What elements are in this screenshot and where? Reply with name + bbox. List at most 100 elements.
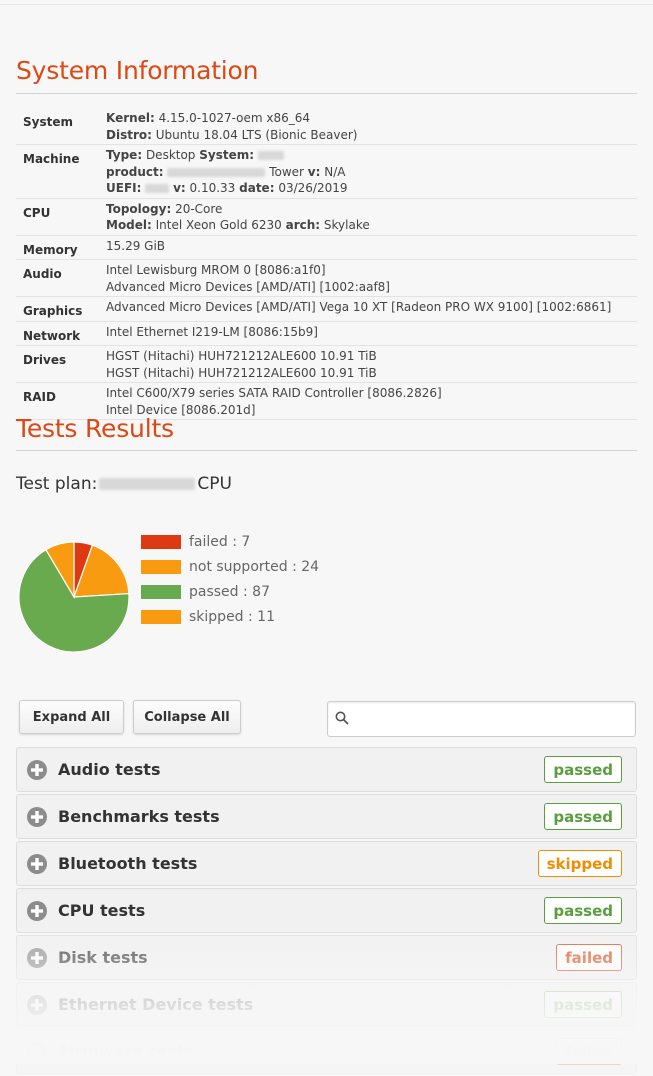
value-label: Type: <box>106 148 143 162</box>
system-row-cpu: CPU Topology: 20-Core Model: Intel Xeon Go… <box>16 198 637 236</box>
system-value-line: UEFI: v: 0.10.33 date: 03/26/2019 <box>106 180 637 197</box>
value-label: Kernel: <box>106 111 155 125</box>
redacted-value <box>257 151 284 160</box>
redacted-value <box>167 167 266 177</box>
status-badge: passed <box>544 756 622 783</box>
collapse-all-button[interactable]: Collapse All <box>133 700 241 734</box>
value-label: Model: <box>106 218 152 232</box>
expand-plus-icon[interactable] <box>26 1041 48 1063</box>
value-text: 0.10.33 <box>185 181 240 195</box>
value-text: 03/26/2019 <box>274 181 348 195</box>
value-label: System: <box>199 148 255 162</box>
test-category-name: Disk tests <box>58 948 148 967</box>
value-label: date: <box>239 181 275 195</box>
value-label: Distro: <box>106 127 152 142</box>
system-value-line: Intel Ethernet I219-LM [8086:15b9] <box>106 324 637 341</box>
expand-plus-icon[interactable] <box>26 759 48 781</box>
system-row-key: Network <box>16 321 106 346</box>
system-row-system: System Kernel: 4.15.0-1027-oem x86_64 Dist… <box>16 108 637 145</box>
test-category-name: Audio tests <box>58 760 161 779</box>
status-badge: failed <box>556 1038 622 1065</box>
value-text: Intel Xeon Gold 6230 <box>151 218 286 232</box>
test-plan-label: Test plan: <box>16 474 98 494</box>
expand-plus-icon[interactable] <box>26 947 48 969</box>
tests-results-heading: Tests Results <box>16 414 174 443</box>
value-text: HGST (Hitachi) HUH721212ALE600 10.91 TiB <box>106 349 377 363</box>
test-category-name: CPU tests <box>58 901 146 920</box>
expand-plus-icon[interactable] <box>26 900 48 922</box>
value-text: 4.15.0-1027-oem x86_64 <box>154 111 311 125</box>
value-text: Advanced Micro Devices [AMD/ATI] [1002:a… <box>106 279 390 294</box>
test-category-row[interactable]: Bluetooth tests skipped <box>16 841 637 886</box>
system-row-value: Kernel: 4.15.0-1027-oem x86_64 Distro: Ub… <box>106 108 637 145</box>
test-category-row[interactable]: Benchmarks tests passed <box>16 794 637 839</box>
legend-swatch <box>141 609 181 624</box>
status-badge: passed <box>544 897 622 924</box>
test-category-row[interactable]: Audio tests passed <box>16 747 637 792</box>
redacted-value <box>145 184 170 193</box>
heading-rule <box>16 93 637 94</box>
system-row-key: Graphics <box>16 296 106 322</box>
system-row-value: Intel Ethernet I219-LM [8086:15b9] <box>106 321 637 346</box>
system-row-key: Machine <box>16 144 106 199</box>
status-badge: skipped <box>537 850 622 877</box>
test-category-name: Bluetooth tests <box>58 854 198 873</box>
top-border <box>0 4 653 5</box>
system-value-line: Intel Lewisburg MROM 0 [8086:a1f0] <box>106 262 637 279</box>
test-category-row[interactable]: Disk tests failed <box>16 935 637 980</box>
value-text: Tower <box>265 164 308 179</box>
redacted-plan-name <box>99 478 196 490</box>
test-category-name: Benchmarks tests <box>58 807 220 826</box>
test-category-name: Firmware tests <box>58 1042 195 1061</box>
value-text: N/A <box>320 164 346 179</box>
test-category-name: Ethernet Device tests <box>58 995 254 1014</box>
system-value-line: Type: Desktop System: <box>106 147 637 164</box>
system-info-heading: System Information <box>16 56 259 85</box>
legend-swatch <box>141 584 181 599</box>
test-category-row[interactable]: Ethernet Device tests passed <box>16 982 637 1027</box>
search-input[interactable] <box>327 701 636 737</box>
system-row-key: System <box>16 108 106 145</box>
system-row-machine: Machine Type: Desktop System: product: To… <box>16 144 637 199</box>
system-value-line: HGST (Hitachi) HUH721212ALE600 10.91 TiB <box>106 365 637 382</box>
system-value-line: Topology: 20-Core <box>106 201 637 218</box>
system-row-graphics: Graphics Advanced Micro Devices [AMD/ATI]… <box>16 296 637 322</box>
test-category-row[interactable]: Firmware tests failed <box>16 1029 637 1074</box>
system-row-audio: Audio Intel Lewisburg MROM 0 [8086:a1f0] A… <box>16 259 637 297</box>
system-value-line: Intel C600/X79 series SATA RAID Controll… <box>106 385 637 402</box>
legend-label: failed : 7 <box>189 533 251 550</box>
value-label: v: <box>307 164 321 179</box>
status-badge: passed <box>544 991 622 1018</box>
legend-swatch <box>141 559 181 574</box>
expand-all-button[interactable]: Expand All <box>19 700 124 734</box>
test-category-list: Audio tests passed Benchmarks tests passed B… <box>16 747 637 1076</box>
test-plan-line: Test plan: CPU <box>16 474 232 494</box>
expand-plus-icon[interactable] <box>26 994 48 1016</box>
value-text: Desktop <box>142 148 200 162</box>
legend-label: skipped : 11 <box>189 608 275 625</box>
expand-plus-icon[interactable] <box>26 853 48 875</box>
legend-item: not supported : 24 <box>141 554 319 579</box>
system-row-memory: Memory 15.29 GiB <box>16 235 637 260</box>
status-badge: passed <box>544 803 622 830</box>
test-category-row[interactable]: CPU tests passed <box>16 888 637 933</box>
status-badge: failed <box>556 944 622 971</box>
system-row-key: CPU <box>16 198 106 236</box>
system-row-value: Advanced Micro Devices [AMD/ATI] Vega 10… <box>106 296 637 322</box>
value-label: v: <box>173 181 186 195</box>
results-pie-chart <box>18 541 130 653</box>
system-row-network: Network Intel Ethernet I219-LM [8086:15b9… <box>16 321 637 346</box>
value-text: 20-Core <box>171 201 223 216</box>
legend-item: passed : 87 <box>141 579 319 604</box>
value-text: Intel C600/X79 series SATA RAID Controll… <box>106 386 442 400</box>
value-label: product: <box>106 164 164 179</box>
legend-swatch <box>141 534 181 549</box>
value-label: Topology: <box>106 201 172 216</box>
system-row-key: Memory <box>16 235 106 260</box>
value-text: Intel Lewisburg MROM 0 [8086:a1f0] <box>106 263 326 277</box>
expand-plus-icon[interactable] <box>26 806 48 828</box>
system-value-line: Advanced Micro Devices [AMD/ATI] Vega 10… <box>106 299 637 316</box>
system-row-value: 15.29 GiB <box>106 235 637 260</box>
value-label: arch: <box>285 218 321 232</box>
system-row-key: Drives <box>16 345 106 383</box>
